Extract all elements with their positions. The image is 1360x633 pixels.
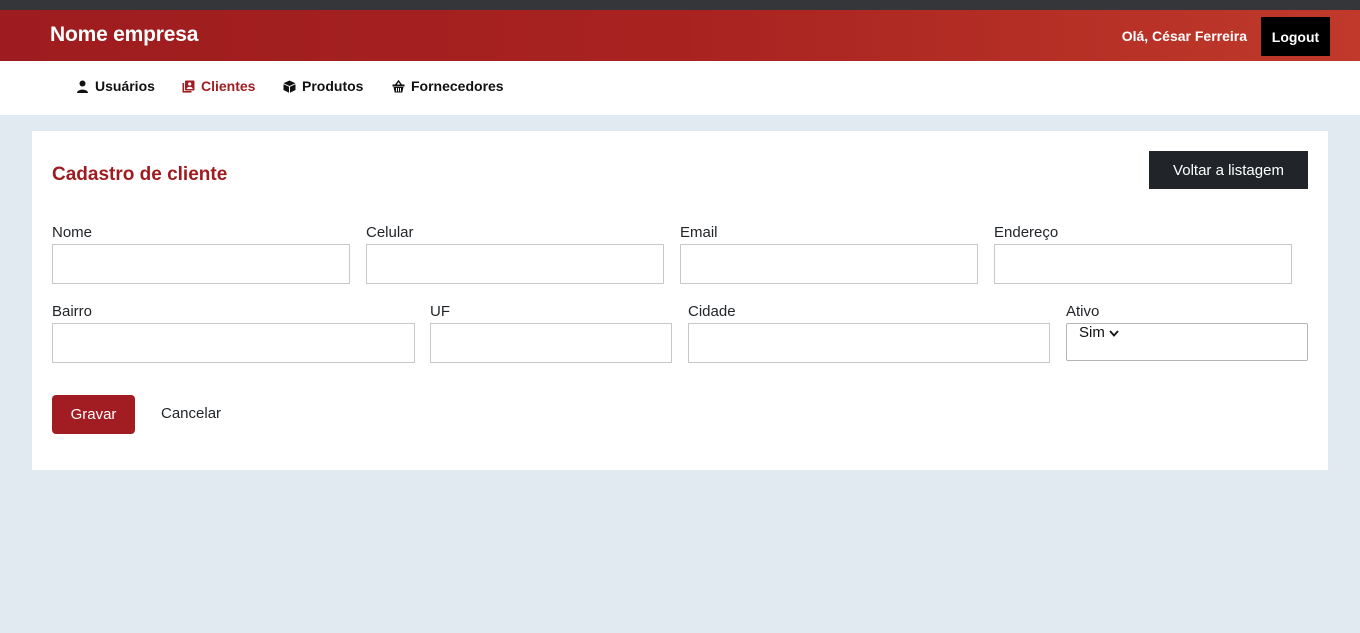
field-label: Ativo [1066,303,1100,320]
user-greeting: Olá, César Ferreira [1121,28,1247,44]
address-book-icon [182,80,195,93]
bairro-input[interactable] [52,323,415,363]
nome-input[interactable] [52,244,350,284]
user-icon [76,80,89,93]
email-input[interactable] [680,244,978,284]
nav-item-label: Usuários [95,78,155,94]
field-email: Email [680,224,978,284]
cidade-input[interactable] [688,323,1050,363]
nav-item-produtos[interactable]: Produtos [283,78,363,94]
nav-item-label: Clientes [201,78,256,94]
field-ativo: Ativo Sim [1066,303,1308,361]
field-bairro: Bairro [52,303,415,363]
field-uf: UF [430,303,672,363]
field-celular: Celular [366,224,664,284]
nav-item-label: Fornecedores [411,78,504,94]
uf-input[interactable] [430,323,672,363]
field-label: Email [680,224,718,241]
client-form-card: Cadastro de cliente Voltar a listagem No… [32,131,1328,470]
basket-icon [392,79,405,93]
field-label: Bairro [52,303,93,320]
field-endereco: Endereço [994,224,1292,284]
back-to-list-button[interactable]: Voltar a listagem [1149,151,1308,189]
celular-input[interactable] [366,244,664,284]
field-cidade: Cidade [688,303,1050,363]
page-title: Cadastro de cliente [52,164,228,185]
nav-item-label: Produtos [302,78,364,94]
ativo-select[interactable]: Sim [1066,323,1308,361]
ativo-selected-value: Sim [1079,324,1105,341]
main-nav: Usuários Clientes Produtos Fornecedores [0,61,1360,115]
endereco-input[interactable] [994,244,1292,284]
nav-item-usuarios[interactable]: Usuários [76,78,155,94]
field-label: Nome [52,224,93,241]
app-header: Nome empresa Olá, César Ferreira Logout [0,10,1360,61]
logout-button[interactable]: Logout [1261,17,1330,56]
cancel-button[interactable]: Cancelar [161,405,221,422]
brand-name[interactable]: Nome empresa [50,23,198,47]
field-label: Endereço [994,224,1059,241]
field-nome: Nome [52,224,350,284]
save-button[interactable]: Gravar [52,395,135,434]
box-icon [283,80,296,93]
browser-top-strip [0,0,1360,10]
nav-item-fornecedores[interactable]: Fornecedores [392,78,504,94]
field-label: UF [430,303,450,320]
nav-item-clientes[interactable]: Clientes [182,78,255,94]
chevron-down-icon [1109,324,1119,341]
field-label: Celular [366,224,414,241]
field-label: Cidade [688,303,736,320]
